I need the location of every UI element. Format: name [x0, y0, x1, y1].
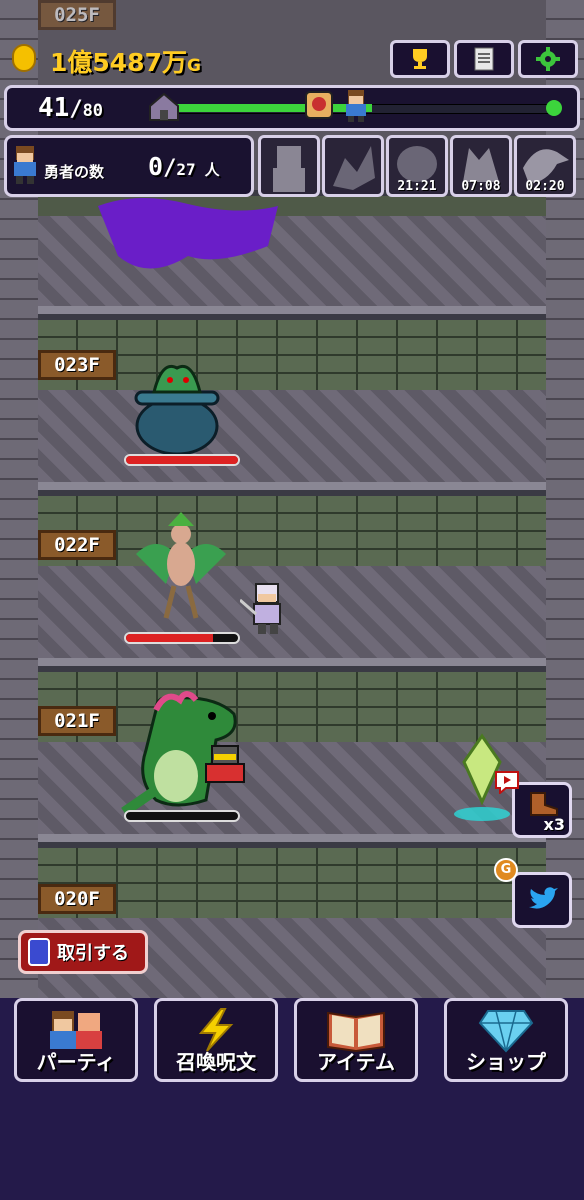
harpy-monster[interactable]	[126, 494, 236, 624]
gold-display: 1億5487万G	[50, 48, 201, 77]
dragon-silhouette-icon	[333, 146, 375, 190]
floor-023[interactable]	[38, 314, 546, 490]
nav-items-label: アイテム	[317, 1050, 395, 1074]
floor-sign-020: 020F	[38, 884, 116, 914]
trade-button-label: 取引する	[57, 943, 129, 964]
hero-position-icon	[346, 90, 366, 122]
video-ad-badge-icon	[495, 771, 519, 794]
document-icon	[474, 47, 494, 71]
nav-summon-label: 召喚呪文	[176, 1050, 256, 1074]
nav-items-button[interactable]: アイテム	[294, 998, 418, 1082]
trade-button[interactable]: 取引する	[18, 930, 148, 974]
gear-icon	[536, 47, 560, 71]
floor-022[interactable]	[38, 490, 546, 666]
floor-020[interactable]	[38, 842, 546, 998]
gold-coin-icon	[12, 44, 36, 72]
quest-log-button[interactable]	[454, 40, 514, 78]
hp-bar-021	[124, 810, 240, 822]
twitter-share-button[interactable]	[512, 872, 572, 928]
castle-icon	[149, 92, 179, 121]
purple-slime-monster[interactable]	[98, 196, 298, 286]
hp-bar-022	[124, 632, 240, 644]
hp-fill-022	[126, 634, 214, 642]
hero-knight[interactable]	[200, 742, 252, 788]
progress-goal-dot	[546, 100, 562, 116]
twitter-reward-badge: G	[494, 858, 518, 882]
floor-025[interactable]	[38, 190, 546, 314]
nav-party-label: パーティ	[36, 1050, 116, 1074]
boot-icon	[530, 792, 558, 816]
trophy-button[interactable]	[390, 40, 450, 78]
nav-summon-button[interactable]: 召喚呪文	[154, 998, 278, 1082]
nav-party-button[interactable]: パーティ	[14, 998, 138, 1082]
pot-plant-monster[interactable]	[132, 360, 222, 456]
floor-sign-022: 022F	[38, 530, 116, 560]
boss-marker-icon	[305, 91, 333, 119]
floor-sign-023: 023F	[38, 350, 116, 380]
boss-slot-4[interactable]: 07:08	[450, 135, 512, 197]
hero-avatar-icon	[14, 146, 36, 184]
floor-sign-021: 021F	[38, 706, 116, 736]
trophy-icon	[413, 49, 427, 69]
boss-slot-5[interactable]: 02:20	[514, 135, 576, 197]
floor-progress-count: 41/80	[38, 93, 104, 123]
boss-slot-2[interactable]	[322, 135, 384, 197]
boss-timer-5: 02:20	[525, 179, 565, 194]
card-icon	[28, 938, 50, 966]
nav-shop-button[interactable]: ショップ	[444, 998, 568, 1082]
speed-boost-button[interactable]: x3	[512, 782, 572, 838]
hero-count-value: 0/27 人	[148, 152, 220, 181]
knight-silhouette-icon	[273, 146, 305, 192]
hero-soldier[interactable]	[240, 580, 296, 638]
status-bar-area	[0, 0, 584, 34]
boss-slot-3[interactable]: 21:21	[386, 135, 448, 197]
hp-bar-023	[124, 454, 240, 466]
nav-shop-label: ショップ	[466, 1050, 546, 1074]
twitter-bird-icon	[529, 887, 558, 909]
boss-slot-1[interactable]	[258, 135, 320, 197]
settings-button[interactable]	[518, 40, 578, 78]
hp-fill-023	[126, 456, 238, 464]
hero-count-label: 勇者の数	[44, 163, 105, 181]
boss-timer-3: 21:21	[397, 179, 437, 194]
speed-boost-label: x3	[543, 815, 565, 834]
boss-timer-4: 07:08	[461, 179, 501, 194]
